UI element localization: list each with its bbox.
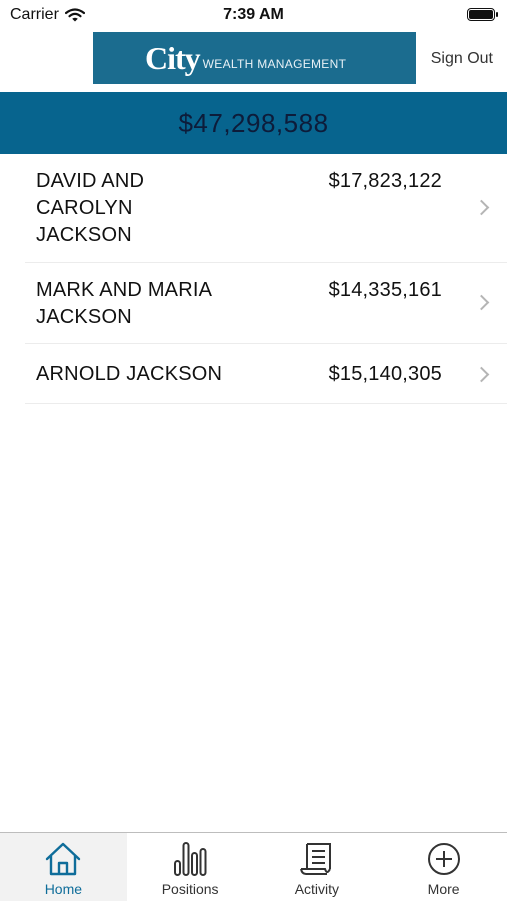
plus-circle-icon [427,843,460,875]
account-name-line: JACKSON [36,224,132,246]
tab-label: Positions [161,881,219,897]
account-row[interactable]: ARNOLD JACKSON $15,140,305 [25,344,507,404]
account-amount: $15,140,305 [328,363,442,385]
account-row[interactable]: DAVID AND CAROLYN JACKSON $17,823,122 [25,154,507,263]
status-bar: Carrier 7:39 AM [0,0,507,30]
account-row[interactable]: MARK AND MARIA JACKSON $14,335,161 [25,263,507,344]
tab-more[interactable]: More [380,833,507,901]
account-amount: $17,823,122 [328,170,442,192]
battery-icon [467,8,498,21]
tab-label: Home [44,881,83,897]
chevron-right-icon [473,294,490,311]
account-name-line: CAROLYN [36,197,133,219]
account-name: ARNOLD JACKSON [36,361,222,388]
brand-logo: City WEALTH MANAGEMENT [93,32,416,84]
account-amount: $14,335,161 [328,279,442,301]
total-banner: $47,298,588 [0,92,507,154]
account-name-line: JACKSON [36,306,132,328]
status-time: 7:39 AM [223,6,284,23]
sign-out-button[interactable]: Sign Out [431,50,493,68]
account-list: DAVID AND CAROLYN JACKSON $17,823,122 MA… [0,154,507,404]
tab-activity[interactable]: Activity [254,833,381,901]
logo-main-text: City [145,39,201,76]
chevron-right-icon [473,199,490,216]
tab-bar: Home Positions Activity More [0,832,507,901]
bar-chart-icon [174,842,207,876]
receipt-icon [299,843,331,875]
account-name: DAVID AND CAROLYN JACKSON [36,168,144,249]
home-icon [46,842,81,876]
tab-label: More [427,881,460,897]
tab-home[interactable]: Home [0,833,127,901]
total-value: $47,298,588 [178,107,329,138]
account-name-line: MARK AND MARIA [36,279,213,301]
account-name-line: ARNOLD JACKSON [36,363,223,385]
account-name-line: DAVID AND [36,170,145,192]
chevron-right-icon [473,366,490,383]
account-name: MARK AND MARIA JACKSON [36,277,212,331]
tab-label: Activity [294,881,340,897]
tab-positions[interactable]: Positions [127,833,254,901]
logo-sub-text: WEALTH MANAGEMENT [202,57,347,71]
